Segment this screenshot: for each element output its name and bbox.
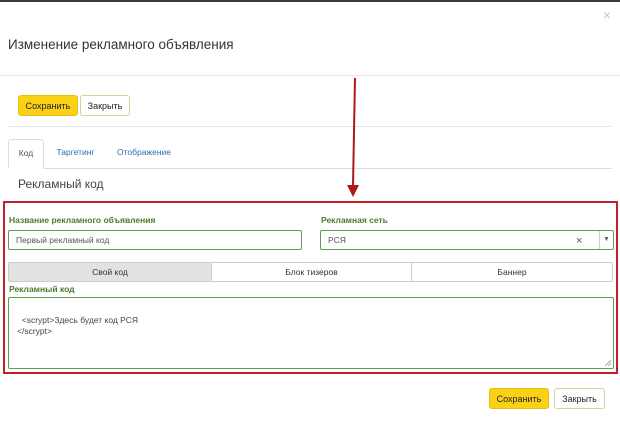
annotation-arrow-icon — [347, 77, 359, 197]
